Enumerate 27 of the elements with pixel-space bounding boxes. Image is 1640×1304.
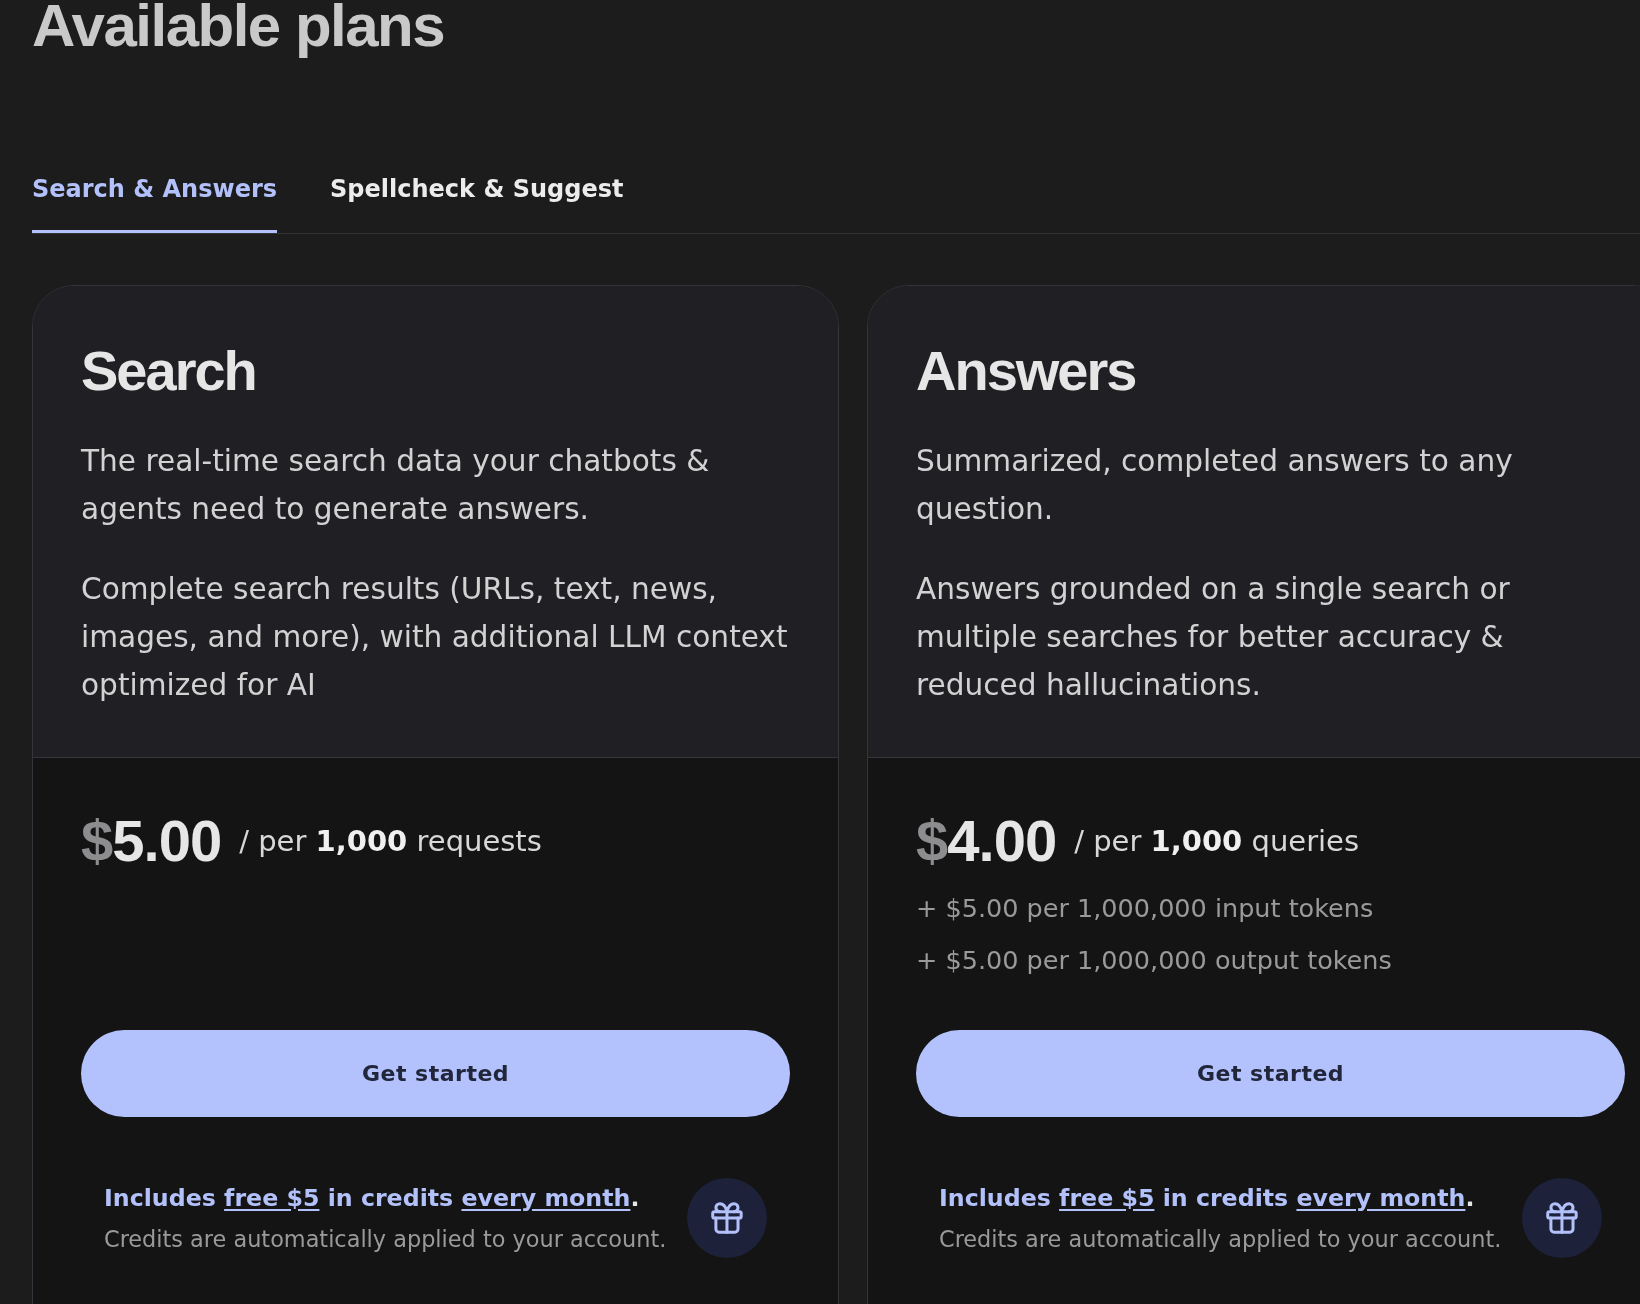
plan-description: Summarized, completed answers to any question. [916, 443, 1514, 528]
tab[interactable]: Spellcheck & Suggest [330, 175, 624, 233]
credits-note: Includes free $5 in credits every month. [104, 1182, 641, 1214]
page-heading: Available plans [32, 0, 445, 56]
note-link[interactable]: free $5 [224, 1183, 320, 1212]
tab[interactable]: Search & Answers [32, 175, 278, 233]
token-price: + $5.00 per 1,000,000 input tokens [916, 891, 1375, 925]
plan-title: Search [81, 337, 257, 404]
price-unit: / per 1,000 requests [239, 823, 542, 858]
note-link[interactable]: every month [1296, 1183, 1466, 1212]
note-link[interactable]: free $5 [1059, 1183, 1155, 1212]
credits-subtext: Credits are automatically applied to your account. [939, 1224, 1502, 1254]
credits-subtext: Credits are automatically applied to your account. [104, 1224, 667, 1254]
gift-icon [687, 1177, 767, 1258]
note-link[interactable]: every month [461, 1183, 631, 1212]
token-price: + $5.00 per 1,000,000 output tokens [916, 943, 1393, 977]
plan-description: Answers grounded on a single search or multiple searches for better accuracy & reduced hallucinations. [916, 571, 1511, 704]
gift-icon [1522, 1177, 1602, 1258]
plan-description: Complete search results (URLs, text, news, images, and more), with additional LLM context optimized for AI [81, 571, 789, 704]
price-text: $4.00 [916, 807, 1057, 875]
price-unit: / per 1,000 queries [1074, 823, 1360, 858]
price-text: $5.00 [81, 807, 222, 875]
get-started-button[interactable]: Get started [916, 1029, 1625, 1117]
plan-description: The real-time search data your chatbots & agents need to generate answers. [81, 443, 711, 528]
get-started-button[interactable]: Get started [81, 1029, 790, 1117]
credits-note: Includes free $5 in credits every month. [939, 1182, 1476, 1214]
plan-title: Answers [916, 337, 1137, 404]
